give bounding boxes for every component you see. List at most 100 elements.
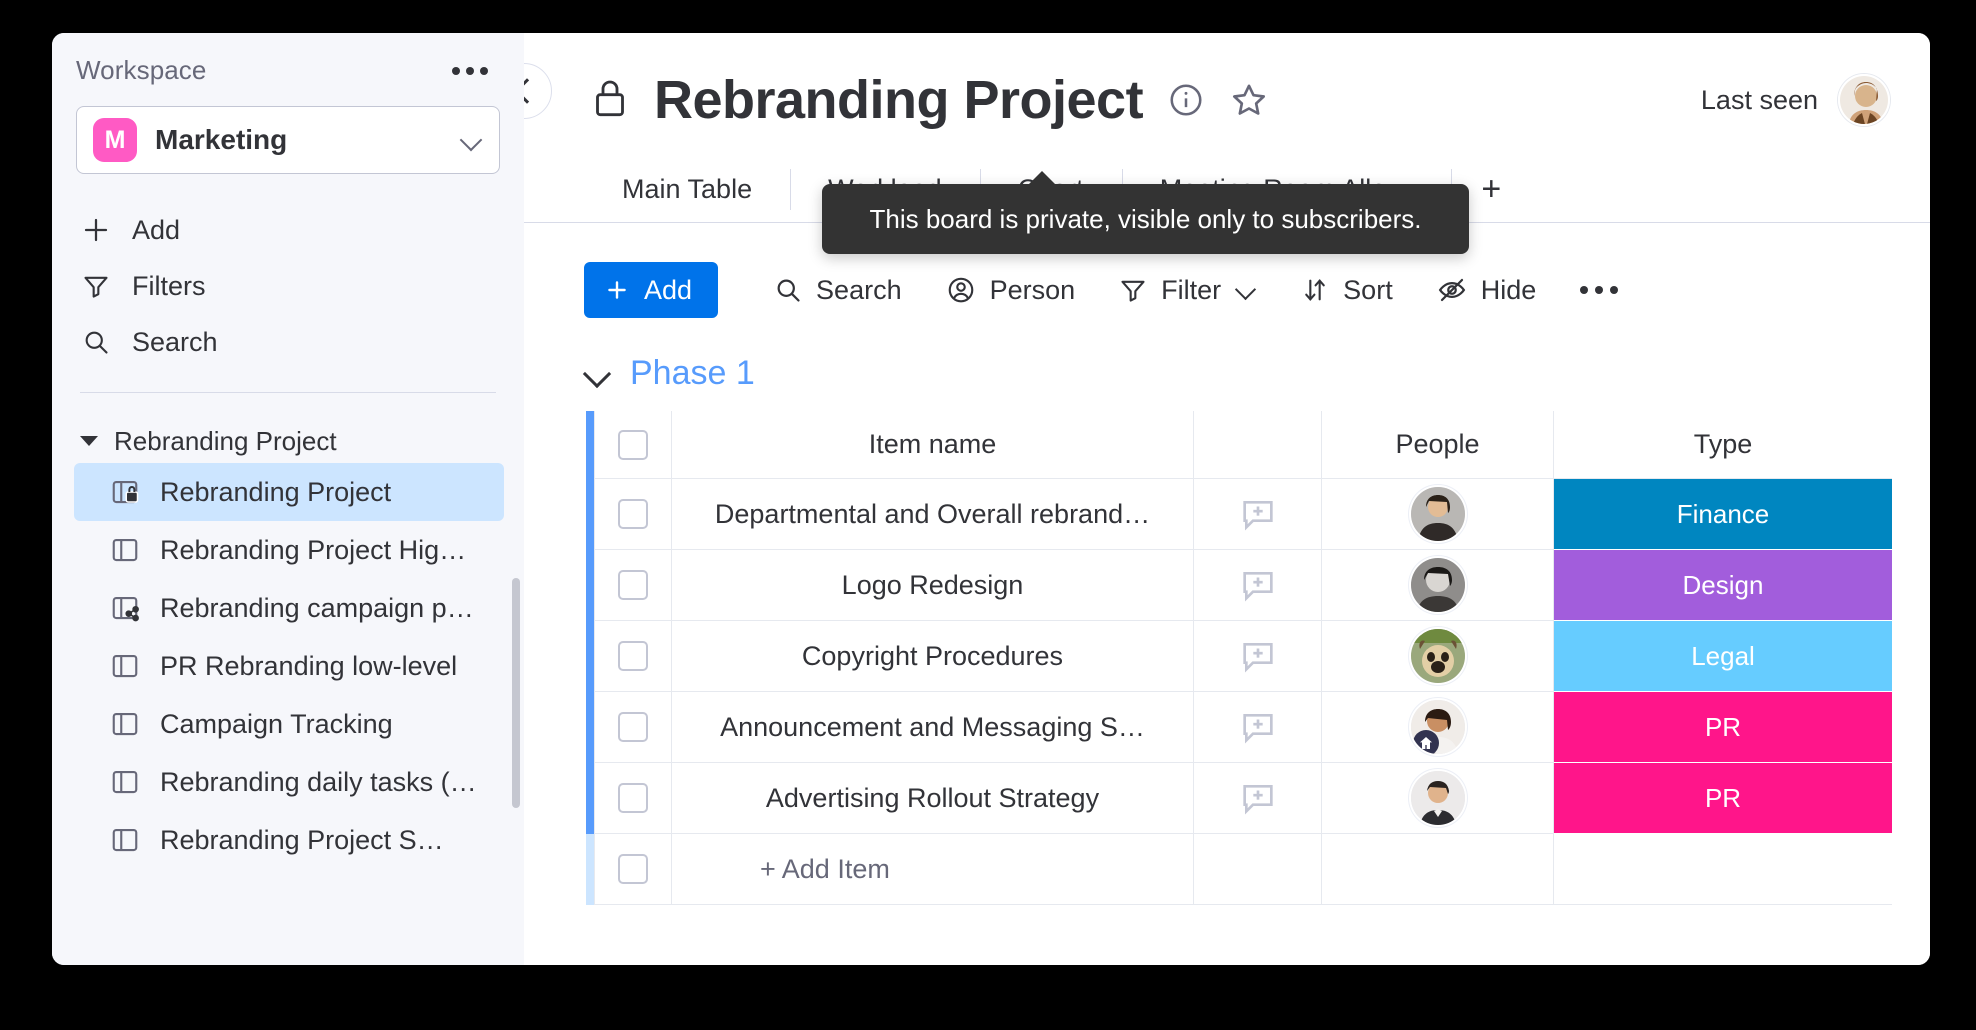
add-item-button[interactable]: + Add Item [672, 834, 1194, 905]
add-comment-icon [1238, 707, 1278, 747]
filter-button[interactable]: Filter [1097, 262, 1279, 318]
plus-icon [604, 277, 630, 303]
column-header-people[interactable]: People [1322, 411, 1554, 479]
sidebar-item-search[interactable]: Search [76, 314, 500, 370]
cell-updates[interactable] [1194, 550, 1322, 621]
sidebar-item-add[interactable]: Add [76, 202, 500, 258]
select-all-checkbox[interactable] [618, 430, 648, 460]
cell-type [1554, 834, 1892, 905]
add-comment-icon [1238, 636, 1278, 676]
row-color-bar [586, 763, 594, 834]
cell-type[interactable]: PR [1554, 763, 1892, 834]
table-row: Departmental and Overall rebrand… Financ… [586, 479, 1886, 550]
select-all-cell [594, 411, 672, 479]
board-shared-icon [108, 591, 142, 625]
add-item-label: + Add Item [760, 854, 890, 885]
add-comment-icon [1238, 494, 1278, 534]
row-checkbox[interactable] [618, 854, 648, 884]
sidebar-board-label: Rebranding Project [160, 477, 391, 508]
cell-updates[interactable] [1194, 621, 1322, 692]
sidebar-board-pr-rebranding[interactable]: PR Rebranding low-level [74, 637, 504, 695]
board-icon [108, 765, 142, 799]
person-button-label: Person [990, 275, 1076, 306]
sidebar-board-rebranding-campaign[interactable]: Rebranding campaign p… [74, 579, 504, 637]
sidebar-item-label: Search [132, 327, 218, 358]
info-circle-icon[interactable] [1167, 81, 1205, 119]
avatar[interactable] [1411, 558, 1465, 612]
cell-updates[interactable] [1194, 763, 1322, 834]
table-row: Announcement and Messaging S… [586, 692, 1886, 763]
board-icon [108, 533, 142, 567]
row-checkbox[interactable] [618, 783, 648, 813]
cell-item-name[interactable]: Logo Redesign [672, 550, 1194, 621]
add-comment-icon [1238, 778, 1278, 818]
person-button[interactable]: Person [924, 262, 1098, 318]
tree-root-rebranding-project[interactable]: Rebranding Project [74, 419, 504, 463]
cell-type[interactable]: Finance [1554, 479, 1892, 550]
sort-button[interactable]: Sort [1279, 262, 1415, 318]
row-select-cell [594, 834, 672, 905]
toolbar-more-icon[interactable] [1558, 286, 1640, 294]
row-checkbox[interactable] [618, 641, 648, 671]
chevron-down-icon[interactable] [461, 129, 483, 151]
avatar[interactable] [1838, 74, 1890, 126]
sidebar-board-rebranding-project-high[interactable]: Rebranding Project Hig… [74, 521, 504, 579]
column-label: Type [1694, 429, 1753, 460]
row-checkbox[interactable] [618, 570, 648, 600]
star-outline-icon[interactable] [1229, 80, 1269, 120]
row-color-bar [586, 621, 594, 692]
column-header-item-name[interactable]: Item name [672, 411, 1194, 479]
cell-item-name[interactable]: Advertising Rollout Strategy [672, 763, 1194, 834]
group-title[interactable]: Phase 1 [630, 354, 755, 393]
eye-off-icon [1437, 275, 1467, 305]
sidebar-scrollbar[interactable] [512, 578, 520, 808]
chevron-down-icon[interactable] [584, 360, 610, 386]
cell-item-name[interactable]: Copyright Procedures [672, 621, 1194, 692]
avatar[interactable] [1411, 700, 1465, 754]
sidebar: Workspace M Marketing Add [52, 33, 524, 965]
cell-item-name[interactable]: Announcement and Messaging S… [672, 692, 1194, 763]
hide-button[interactable]: Hide [1415, 262, 1559, 318]
cell-people[interactable] [1322, 479, 1554, 550]
sidebar-board-rebranding-project-s[interactable]: Rebranding Project S… [74, 811, 504, 869]
column-header-type[interactable]: Type [1554, 411, 1892, 479]
row-checkbox[interactable] [618, 499, 648, 529]
avatar[interactable] [1411, 771, 1465, 825]
cell-people[interactable] [1322, 763, 1554, 834]
tooltip-text: This board is private, visible only to s… [869, 204, 1421, 235]
sidebar-board-rebranding-daily-tasks[interactable]: Rebranding daily tasks (… [74, 753, 504, 811]
sidebar-board-campaign-tracking[interactable]: Campaign Tracking [74, 695, 504, 753]
sidebar-item-filters[interactable]: Filters [76, 258, 500, 314]
column-label: Item name [869, 429, 997, 460]
cell-people[interactable] [1322, 550, 1554, 621]
search-button[interactable]: Search [752, 262, 924, 318]
add-button[interactable]: Add [584, 262, 718, 318]
row-select-cell [594, 550, 672, 621]
cell-item-name[interactable]: Departmental and Overall rebrand… [672, 479, 1194, 550]
workspace-avatar: M [93, 118, 137, 162]
home-badge-icon [1413, 730, 1439, 754]
cell-type[interactable]: Legal [1554, 621, 1892, 692]
plus-icon [80, 214, 112, 246]
avatar[interactable] [1411, 629, 1465, 683]
group-color-bar [586, 411, 594, 479]
cell-updates[interactable] [1194, 479, 1322, 550]
cell-updates[interactable] [1194, 692, 1322, 763]
chevron-down-icon[interactable] [1237, 280, 1257, 300]
avatar[interactable] [1411, 487, 1465, 541]
table-row: Advertising Rollout Strategy PR [586, 763, 1886, 834]
cell-type[interactable]: PR [1554, 692, 1892, 763]
workspace-more-icon[interactable] [450, 61, 490, 81]
workspace-selector[interactable]: M Marketing [76, 106, 500, 174]
cell-updates [1194, 834, 1322, 905]
sidebar-board-rebranding-project[interactable]: Rebranding Project [74, 463, 504, 521]
lock-icon[interactable] [590, 76, 630, 125]
tab-main-table[interactable]: Main Table [584, 157, 790, 222]
row-checkbox[interactable] [618, 712, 648, 742]
cell-people[interactable] [1322, 692, 1554, 763]
workspace-header: Workspace [52, 33, 524, 86]
board-private-icon [108, 475, 142, 509]
cell-people[interactable] [1322, 621, 1554, 692]
add-item-row[interactable]: + Add Item [586, 834, 1886, 905]
cell-type[interactable]: Design [1554, 550, 1892, 621]
